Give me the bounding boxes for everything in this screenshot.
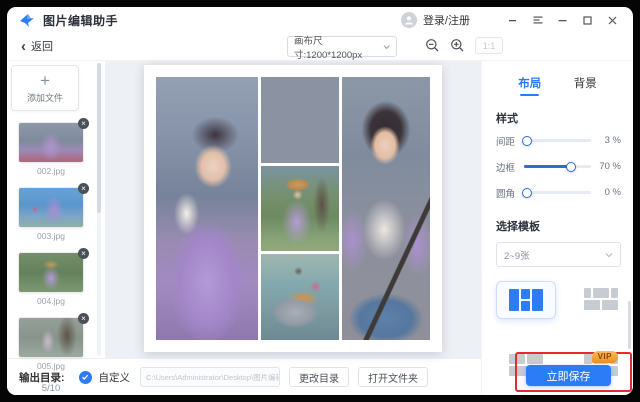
chevron-left-icon: ‹ xyxy=(21,37,26,55)
remove-file-icon[interactable]: × xyxy=(78,248,89,259)
zoom-out-icon[interactable] xyxy=(425,38,440,53)
tab-layout[interactable]: 布局 xyxy=(518,75,541,96)
back-label: 返回 xyxy=(31,41,53,53)
slider-knob[interactable] xyxy=(521,135,532,146)
slider-knob[interactable] xyxy=(521,187,532,198)
panel-scrollbar[interactable] xyxy=(628,301,631,349)
collage-photo-middle-top[interactable] xyxy=(260,77,339,163)
screen: 图片编辑助手 登录/注册 ‹ 返回 画布尺寸:1200*1200px 1:1 +… xyxy=(0,0,640,402)
sidebar-scrollbar[interactable] xyxy=(97,63,101,213)
maximize-button[interactable] xyxy=(579,12,596,29)
template-range-value: 2~9张 xyxy=(504,250,530,262)
spacing-value: 3 % xyxy=(604,135,621,146)
template-option-2[interactable] xyxy=(572,281,630,317)
canvas-area xyxy=(105,61,481,358)
save-now-button[interactable]: 立即保存 xyxy=(526,365,611,386)
settings-panel: 布局 背景 样式 间距 3 % 边框 70 % 圆角 0 % 选择模板 2~9张… xyxy=(481,61,633,395)
template-section-title: 选择模板 xyxy=(496,221,540,233)
corner-radius-value: 0 % xyxy=(604,187,621,198)
remove-file-icon[interactable]: × xyxy=(78,183,89,194)
thumbnail-image-1[interactable] xyxy=(19,123,83,162)
login-register-link[interactable]: 登录/注册 xyxy=(423,12,470,28)
back-button[interactable]: ‹ 返回 xyxy=(21,38,53,54)
add-file-label: 添加文件 xyxy=(26,92,63,103)
corner-radius-slider[interactable] xyxy=(521,187,591,198)
thumbnail-image-4[interactable] xyxy=(19,318,83,357)
menu-icon[interactable] xyxy=(529,12,546,29)
file-name-1: 002.jpg xyxy=(37,166,65,176)
content-area: + 添加文件 × 002.jpg × 003.jpg × 004.jpg × 0… xyxy=(7,61,633,395)
file-thumbnail-4[interactable]: × 005.jpg xyxy=(19,313,89,371)
change-directory-button[interactable]: 更改目录 xyxy=(289,367,349,387)
save-highlight-annotation: VIP 立即保存 xyxy=(515,351,632,392)
collage-photo-left[interactable] xyxy=(156,77,258,340)
template-left-mid-right-icon xyxy=(509,289,543,311)
title-bar: 图片编辑助手 登录/注册 xyxy=(7,7,633,33)
file-thumbnail-2[interactable]: × 003.jpg xyxy=(19,183,89,241)
template-option-selected[interactable] xyxy=(496,281,556,319)
chevron-down-icon xyxy=(383,44,390,49)
app-title: 图片编辑助手 xyxy=(43,13,119,28)
template-grid-3x2-icon xyxy=(584,288,618,310)
canvas-size-label: 画布尺寸:1200*1200px xyxy=(294,35,363,61)
border-slider[interactable] xyxy=(524,161,591,172)
thumbnail-image-3[interactable] xyxy=(19,253,83,292)
app-window: 图片编辑助手 登录/注册 ‹ 返回 画布尺寸:1200*1200px 1:1 +… xyxy=(7,7,633,395)
avatar-icon[interactable] xyxy=(400,12,417,28)
close-button[interactable] xyxy=(604,12,621,29)
custom-check-icon[interactable] xyxy=(78,370,92,384)
remove-file-icon[interactable]: × xyxy=(78,313,89,324)
file-thumbnail-1[interactable]: × 002.jpg xyxy=(19,118,89,176)
chevron-down-icon xyxy=(605,252,613,257)
border-label: 边框 xyxy=(496,162,516,174)
app-logo-icon xyxy=(19,12,36,29)
collage-photo-middle-center[interactable] xyxy=(260,165,339,252)
style-section-title: 样式 xyxy=(496,113,518,125)
remove-file-icon[interactable]: × xyxy=(78,118,89,129)
corner-radius-label: 圆角 xyxy=(496,188,516,200)
collage-preview[interactable] xyxy=(144,65,442,352)
file-count: 5/10 xyxy=(41,383,61,394)
canvas-size-dropdown[interactable]: 画布尺寸:1200*1200px xyxy=(287,36,397,61)
border-value: 70 % xyxy=(599,161,621,172)
vip-badge: VIP xyxy=(591,351,618,363)
slider-row-corner: 圆角 0 % xyxy=(496,181,621,204)
custom-option-label[interactable]: 自定义 xyxy=(99,370,131,385)
file-name-4: 005.jpg xyxy=(37,361,65,371)
thumbnail-image-2[interactable] xyxy=(19,188,83,227)
ratio-1-1-button[interactable]: 1:1 xyxy=(475,37,503,54)
file-sidebar: + 添加文件 × 002.jpg × 003.jpg × 004.jpg × 0… xyxy=(7,61,105,394)
file-thumbnail-3[interactable]: × 004.jpg xyxy=(19,248,89,306)
slider-row-border: 边框 70 % xyxy=(496,155,621,178)
spacing-label: 间距 xyxy=(496,136,516,148)
plus-icon: + xyxy=(40,70,50,90)
slider-knob[interactable] xyxy=(565,161,576,172)
slider-row-spacing: 间距 3 % xyxy=(496,129,621,152)
spacing-slider[interactable] xyxy=(521,135,591,146)
collage-photo-middle-bottom[interactable] xyxy=(260,254,339,341)
dash-icon[interactable] xyxy=(504,12,521,29)
open-folder-button[interactable]: 打开文件夹 xyxy=(358,367,428,387)
file-name-3: 004.jpg xyxy=(37,296,65,306)
add-file-button[interactable]: + 添加文件 xyxy=(11,65,79,111)
tab-background[interactable]: 背景 xyxy=(574,75,597,96)
zoom-in-icon[interactable] xyxy=(450,38,465,53)
editor-toolbar: ‹ 返回 画布尺寸:1200*1200px 1:1 xyxy=(7,33,633,61)
template-range-dropdown[interactable]: 2~9张 xyxy=(496,242,621,267)
output-path-field[interactable]: C:\Users\Administrator\Desktop\图片编辑 xyxy=(140,367,280,387)
minimize-button[interactable] xyxy=(554,12,571,29)
collage-photo-right[interactable] xyxy=(341,77,430,340)
panel-tabs: 布局 背景 xyxy=(482,61,633,96)
file-name-2: 003.jpg xyxy=(37,231,65,241)
